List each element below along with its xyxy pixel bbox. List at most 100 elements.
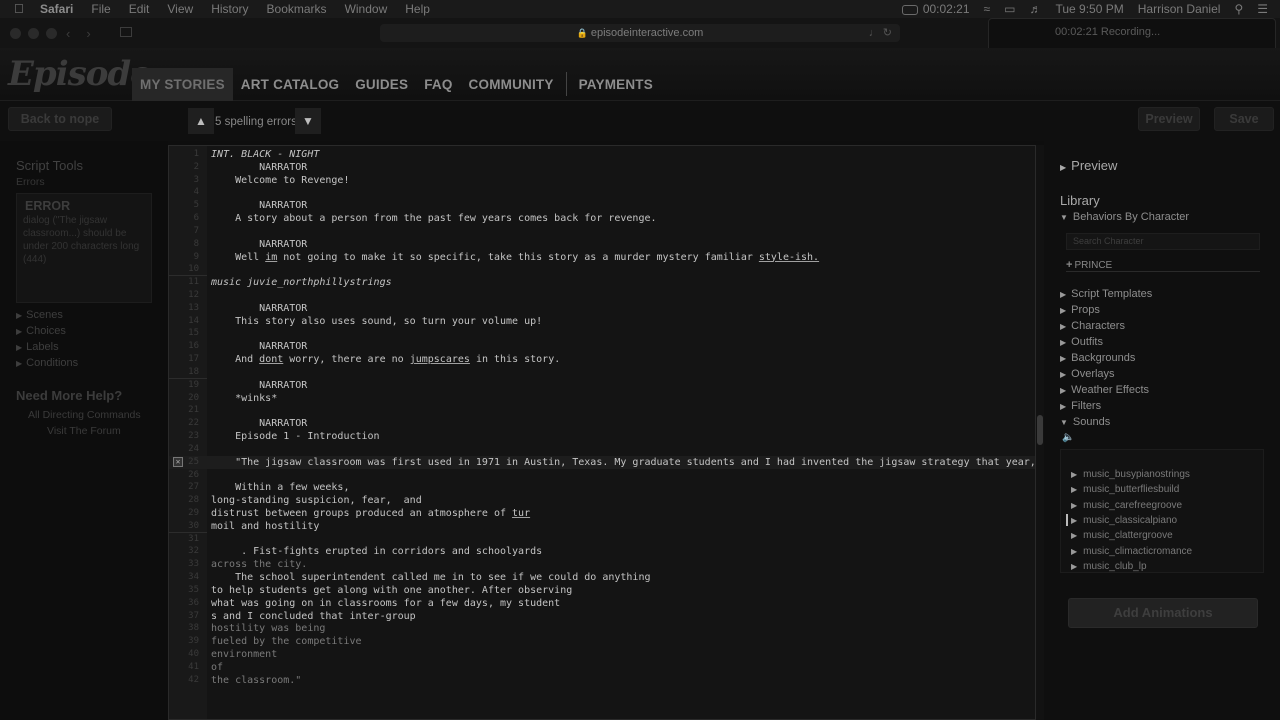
section-scenes[interactable]: ▶ Scenes xyxy=(16,307,78,323)
editor-line[interactable]: 23 Episode 1 - Introduction xyxy=(169,430,1035,443)
minimize-window-icon[interactable] xyxy=(28,28,39,39)
play-icon[interactable]: ▶ xyxy=(1071,501,1077,510)
play-icon[interactable]: ▶ xyxy=(1071,531,1077,540)
editor-line[interactable]: 39 fueled by the competitive xyxy=(169,635,1035,648)
back-forward-icon[interactable]: ‹› xyxy=(66,26,107,41)
search-character-input[interactable]: Search Character xyxy=(1066,233,1260,250)
editor-line[interactable]: 7 xyxy=(169,225,1035,238)
script-editor[interactable]: 1 INT. BLACK - NIGHT 2 NARRATOR 3 Welcome t… xyxy=(168,145,1036,720)
editor-line[interactable]: 30 moil and hostility xyxy=(169,520,1035,533)
play-icon[interactable]: ▶ xyxy=(1071,547,1077,556)
section-choices[interactable]: ▶ Choices xyxy=(16,323,78,339)
menu-app-name[interactable]: Safari xyxy=(40,2,73,16)
library-category[interactable]: ▶ Characters xyxy=(1060,319,1125,334)
editor-line[interactable]: 11 music juvie_northphillystrings xyxy=(169,276,1035,289)
menu-history[interactable]: History xyxy=(211,2,248,16)
editor-line[interactable]: 13 NARRATOR xyxy=(169,302,1035,315)
tab-payments[interactable]: PAYMENTS xyxy=(571,68,661,101)
volume-icon[interactable]: ♬ xyxy=(1029,2,1041,16)
editor-line[interactable]: 2 NARRATOR xyxy=(169,161,1035,174)
tab-art-catalog[interactable]: ART CATALOG xyxy=(233,68,347,101)
menu-bookmarks[interactable]: Bookmarks xyxy=(267,2,327,16)
editor-line[interactable]: 3 Welcome to Revenge! xyxy=(169,174,1035,187)
editor-line[interactable]: 1 INT. BLACK - NIGHT xyxy=(169,148,1035,161)
speaker-icon[interactable]: 🔈 xyxy=(1062,432,1074,443)
error-box[interactable]: ERROR dialog ("The jigsaw classroom...) … xyxy=(16,193,152,303)
library-category[interactable]: ▶ Script Templates xyxy=(1060,287,1152,302)
behaviors-by-character[interactable]: ▼ Behaviors By Character xyxy=(1060,210,1189,225)
library-category[interactable]: ▶ Outfits xyxy=(1060,335,1103,350)
editor-line[interactable]: 18 xyxy=(169,366,1035,379)
editor-line[interactable]: 8 NARRATOR xyxy=(169,238,1035,251)
editor-line[interactable]: 10 xyxy=(169,263,1035,276)
editor-line[interactable]: 26 xyxy=(169,469,1035,482)
section-conditions[interactable]: ▶ Conditions xyxy=(16,355,78,371)
address-bar[interactable]: 🔒 episodeinteractive.com ♩ ↻ xyxy=(380,24,900,42)
sound-item[interactable]: ▶ music_carefreegroove xyxy=(1071,498,1182,513)
add-animations-button[interactable]: Add Animations xyxy=(1068,598,1258,628)
editor-line[interactable]: 32 . Fist-fights erupted in corridors an… xyxy=(169,545,1035,558)
save-button[interactable]: Save xyxy=(1214,107,1274,131)
editor-line[interactable]: 16 NARRATOR xyxy=(169,340,1035,353)
editor-line[interactable]: 33 across the city. xyxy=(169,558,1035,571)
library-category[interactable]: ▶ Weather Effects xyxy=(1060,383,1149,398)
library-category[interactable]: ▶ Backgrounds xyxy=(1060,351,1135,366)
menu-file[interactable]: File xyxy=(91,2,110,16)
library-category[interactable]: ▶ Props xyxy=(1060,303,1100,318)
editor-line[interactable]: 35 to help students get along with one an… xyxy=(169,584,1035,597)
editor-line[interactable]: 36 what was going on in classrooms for a … xyxy=(169,597,1035,610)
tab-faq[interactable]: FAQ xyxy=(416,68,460,101)
editor-line[interactable]: 37 s and I concluded that inter-group xyxy=(169,610,1035,623)
menu-edit[interactable]: Edit xyxy=(129,2,150,16)
clock[interactable]: Tue 9:50 PM xyxy=(1055,2,1123,16)
editor-line[interactable]: 27 Within a few weeks, xyxy=(169,481,1035,494)
error-marker-icon[interactable]: ✕ xyxy=(173,456,183,467)
library-category[interactable]: ▶ Overlays xyxy=(1060,367,1115,382)
editor-line[interactable]: 42 the classroom." xyxy=(169,674,1035,687)
editor-line[interactable]: 19 NARRATOR xyxy=(169,379,1035,392)
search-icon[interactable]: ⚲ xyxy=(1234,2,1243,16)
recording-timer[interactable]: 00:02:21 xyxy=(901,2,970,16)
editor-line[interactable]: 6 A story about a person from the past f… xyxy=(169,212,1035,225)
tab-guides[interactable]: GUIDES xyxy=(347,68,416,101)
character-row[interactable]: + PRINCE xyxy=(1066,258,1260,272)
editor-line[interactable]: 29 distrust between groups produced an at… xyxy=(169,507,1035,520)
prev-error-icon[interactable]: ▲ xyxy=(188,108,214,134)
zoom-window-icon[interactable] xyxy=(46,28,57,39)
wifi-icon[interactable]: ≈ xyxy=(984,2,991,16)
editor-line[interactable]: 40 environment xyxy=(169,648,1035,661)
menu-view[interactable]: View xyxy=(167,2,193,16)
preview-button[interactable]: Preview xyxy=(1138,107,1200,131)
back-button[interactable]: Back to nope xyxy=(8,107,112,131)
play-icon[interactable]: ▶ xyxy=(1071,485,1077,494)
sound-item[interactable]: ▶ music_classicalpiano xyxy=(1071,513,1177,528)
link-visit-forum[interactable]: Visit The Forum xyxy=(47,425,121,437)
editor-scrollbar[interactable] xyxy=(1036,145,1044,720)
editor-line[interactable]: 14 This story also uses sound, so turn y… xyxy=(169,315,1035,328)
editor-line[interactable]: 20 *winks* xyxy=(169,392,1035,405)
sound-item[interactable]: ▶ music_climacticromance xyxy=(1071,544,1192,559)
editor-line[interactable]: 28 long-standing suspicion, fear, and xyxy=(169,494,1035,507)
next-error-icon[interactable]: ▼ xyxy=(295,108,321,134)
section-labels[interactable]: ▶ Labels xyxy=(16,339,78,355)
apple-icon[interactable]:  xyxy=(14,2,28,16)
close-window-icon[interactable] xyxy=(10,28,21,39)
sidebar-toggle-icon[interactable] xyxy=(120,27,132,37)
sound-item[interactable]: ▶ music_butterfliesbuild xyxy=(1071,482,1179,497)
editor-line[interactable]: 25 ✕ "The jigsaw classroom was first used… xyxy=(169,455,1035,469)
editor-line[interactable]: 31 xyxy=(169,533,1035,546)
sound-list[interactable]: ▶ music_busypianostrings ▶ music_butterflie… xyxy=(1060,449,1264,573)
editor-line[interactable]: 12 xyxy=(169,289,1035,302)
menu-window[interactable]: Window xyxy=(345,2,388,16)
sound-item[interactable]: ▶ music_club_lp xyxy=(1071,559,1147,574)
link-directing-commands[interactable]: All Directing Commands xyxy=(28,409,141,421)
tab-community[interactable]: COMMUNITY xyxy=(461,68,562,101)
play-icon[interactable]: ▶ xyxy=(1071,562,1077,571)
editor-line[interactable]: 24 xyxy=(169,443,1035,456)
editor-line[interactable]: 15 xyxy=(169,327,1035,340)
user-name[interactable]: Harrison Daniel xyxy=(1138,2,1221,16)
editor-line[interactable]: 9 Well im not going to make it so specif… xyxy=(169,251,1035,264)
play-icon[interactable]: ▶ xyxy=(1071,470,1077,479)
editor-line[interactable]: 17 And dont worry, there are no jumpscar… xyxy=(169,353,1035,366)
editor-line[interactable]: 22 NARRATOR xyxy=(169,417,1035,430)
